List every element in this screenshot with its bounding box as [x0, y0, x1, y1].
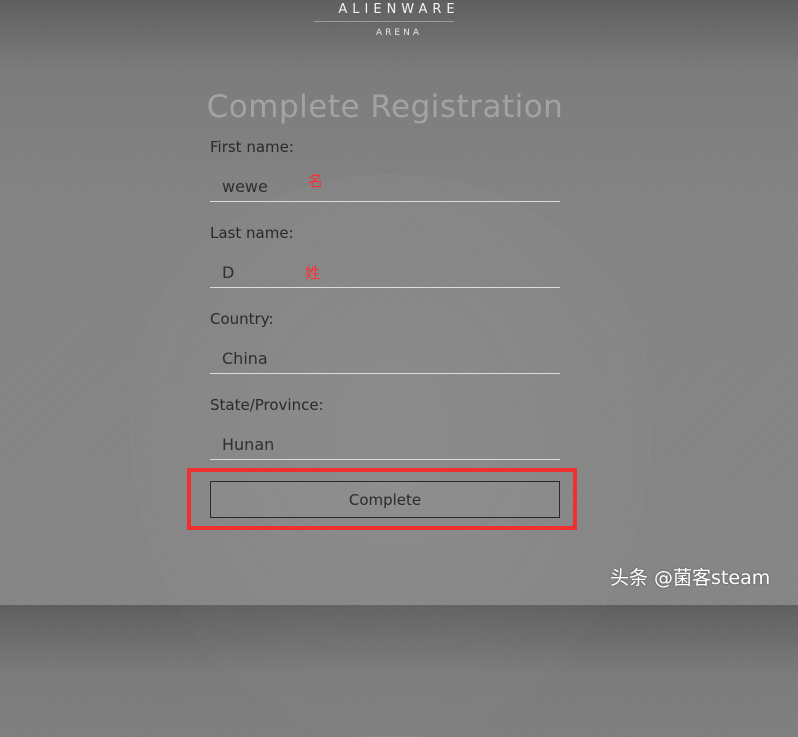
- first-name-label: First name:: [210, 138, 294, 156]
- first-name-annotation: 名: [308, 172, 324, 190]
- page-title: Complete Registration: [206, 89, 564, 125]
- last-name-annotation: 姓: [305, 264, 321, 282]
- last-name-field[interactable]: D: [210, 258, 560, 288]
- watermark-text: 头条 @菌客steam: [610, 567, 771, 589]
- arena-logo-text: ARENA: [376, 28, 422, 38]
- first-name-field[interactable]: wewe: [210, 172, 560, 202]
- country-field[interactable]: China: [210, 344, 560, 374]
- alienware-logo: ALIENWARE: [338, 2, 460, 17]
- state-province-field[interactable]: Hunan: [210, 430, 560, 460]
- country-label: Country:: [210, 310, 274, 328]
- complete-button[interactable]: Complete: [210, 481, 560, 518]
- state-province-label: State/Province:: [210, 396, 324, 414]
- logo-divider: [314, 21, 454, 22]
- last-name-label: Last name:: [210, 224, 294, 242]
